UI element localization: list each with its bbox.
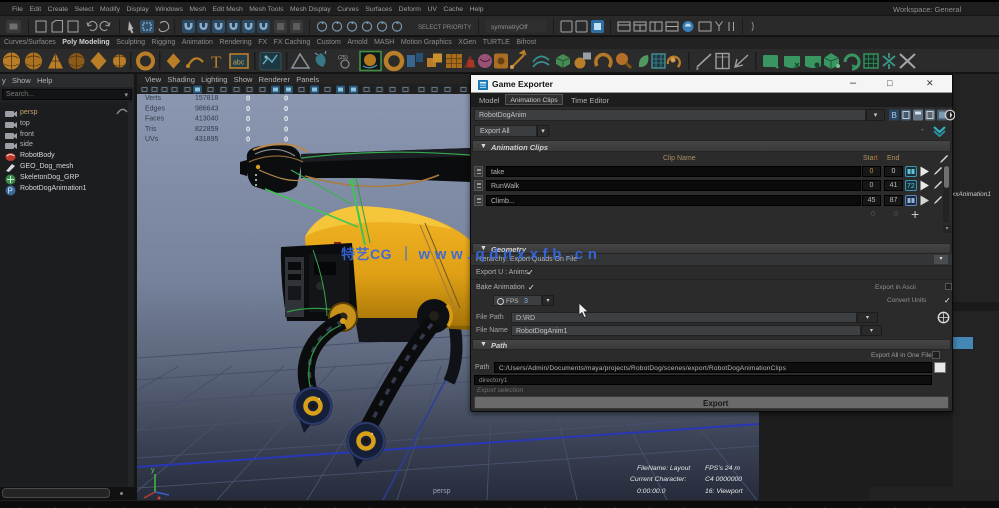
svg-text:0: 0 [284,135,288,144]
svg-text:0: 0 [246,104,250,113]
svg-text:Tris: Tris [145,126,157,133]
svg-text:413040: 413040 [195,116,218,123]
svg-text:symmetryOff: symmetryOff [491,24,528,31]
svg-text:Verts: Verts [145,95,161,102]
svg-text:B: B [892,111,897,120]
svg-text:0: 0 [284,114,288,123]
svg-text:UVs: UVs [145,136,159,143]
svg-text:Faces: Faces [145,116,165,123]
svg-text:T: T [211,53,222,72]
svg-text:0:00:00.0: 0:00:00.0 [637,488,666,495]
svg-text:View Shading Lighting Sh: View Shading Lighting Show Renderer Pane… [145,75,319,84]
svg-text:FPS’s 24 m: FPS’s 24 m [705,465,740,472]
svg-text:0: 0 [284,124,288,133]
svg-text:0: 0 [246,135,250,144]
svg-text:0: 0 [246,114,250,123]
svg-text:0: 0 [246,94,250,103]
svg-text:SELECT PRIORITY: SELECT PRIORITY [418,25,471,31]
svg-text:822859: 822859 [195,126,218,133]
svg-text:72: 72 [907,183,915,190]
svg-text:0: 0 [246,124,250,133]
svg-text:Current Character:: Current Character: [630,476,686,483]
svg-text:16: Viewport: 16: Viewport [705,488,744,495]
svg-text:0: 0 [284,94,288,103]
svg-text:157818: 157818 [195,95,218,102]
svg-text:y: y [151,467,155,474]
svg-text:C4 0000000: C4 0000000 [705,476,742,483]
svg-text:P: P [8,186,13,195]
svg-text:abc: abc [233,60,245,67]
svg-text:986643: 986643 [195,105,218,112]
svg-text:FileName: Layout: FileName: Layout [637,465,691,472]
svg-text:Edges: Edges [145,105,165,112]
svg-text:431895: 431895 [195,136,218,143]
svg-text:persp: persp [433,488,451,495]
svg-text:0: 0 [284,104,288,113]
